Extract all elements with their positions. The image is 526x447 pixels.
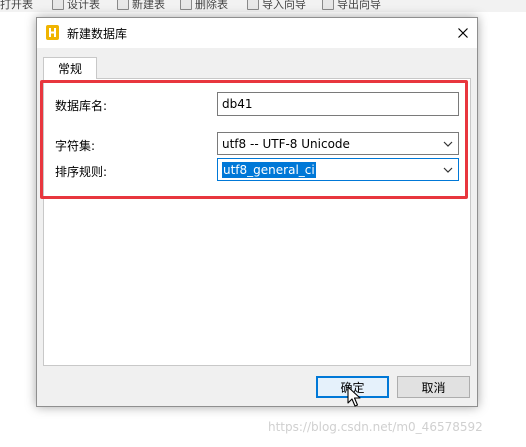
toolbar-import-wizard-label: 导入向导 [262, 0, 306, 11]
db-name-label: 数据库名: [55, 99, 108, 113]
table-icon [322, 0, 334, 10]
tab-general-label: 常规 [57, 62, 82, 76]
new-database-dialog: 新建数据库 常规 数据库名: 字符集: utf8 -- UTF-8 Unicod… [36, 17, 478, 407]
mouse-cursor-icon [347, 386, 361, 407]
toolbar-design-table[interactable]: 设计表 [52, 0, 100, 12]
table-icon [52, 0, 64, 10]
close-icon [458, 28, 468, 38]
watermark-text: https://blog.csdn.net/m0_46578592 [268, 420, 483, 434]
background-toolbar: 打开表 设计表 新建表 删除表 导入向导 导出向导 [0, 0, 526, 12]
toolbar-export-wizard[interactable]: 导出向导 [322, 0, 381, 12]
table-icon [180, 0, 192, 10]
tab-general[interactable]: 常规 [43, 57, 97, 79]
toolbar-export-wizard-label: 导出向导 [337, 0, 381, 11]
table-icon [117, 0, 129, 10]
db-name-input[interactable] [217, 92, 459, 116]
cancel-button[interactable]: 取消 [397, 376, 470, 398]
toolbar-open-table-label: 打开表 [0, 0, 33, 11]
toolbar-import-wizard[interactable]: 导入向导 [247, 0, 306, 12]
charset-label: 字符集: [55, 139, 96, 153]
collation-value: utf8_general_ci [222, 161, 316, 178]
toolbar-delete-table[interactable]: 删除表 [180, 0, 228, 12]
toolbar-new-table-label: 新建表 [132, 0, 165, 11]
database-app-icon [46, 25, 59, 40]
toolbar-open-table[interactable]: 打开表 [0, 0, 33, 12]
tab-panel-general [43, 78, 471, 366]
dialog-title: 新建数据库 [67, 27, 128, 41]
charset-select[interactable]: utf8 -- UTF-8 Unicode [217, 132, 459, 155]
toolbar-design-table-label: 设计表 [67, 0, 100, 11]
chevron-down-icon [443, 167, 453, 173]
collation-select[interactable]: utf8_general_ci [217, 158, 459, 181]
toolbar-delete-table-label: 删除表 [195, 0, 228, 11]
charset-value: utf8 -- UTF-8 Unicode [222, 136, 350, 151]
toolbar-new-table[interactable]: 新建表 [117, 0, 165, 12]
close-button[interactable] [449, 18, 477, 48]
collation-label: 排序规则: [55, 165, 108, 179]
dialog-titlebar[interactable]: 新建数据库 [37, 18, 477, 48]
table-icon [247, 0, 259, 10]
chevron-down-icon [443, 141, 453, 147]
